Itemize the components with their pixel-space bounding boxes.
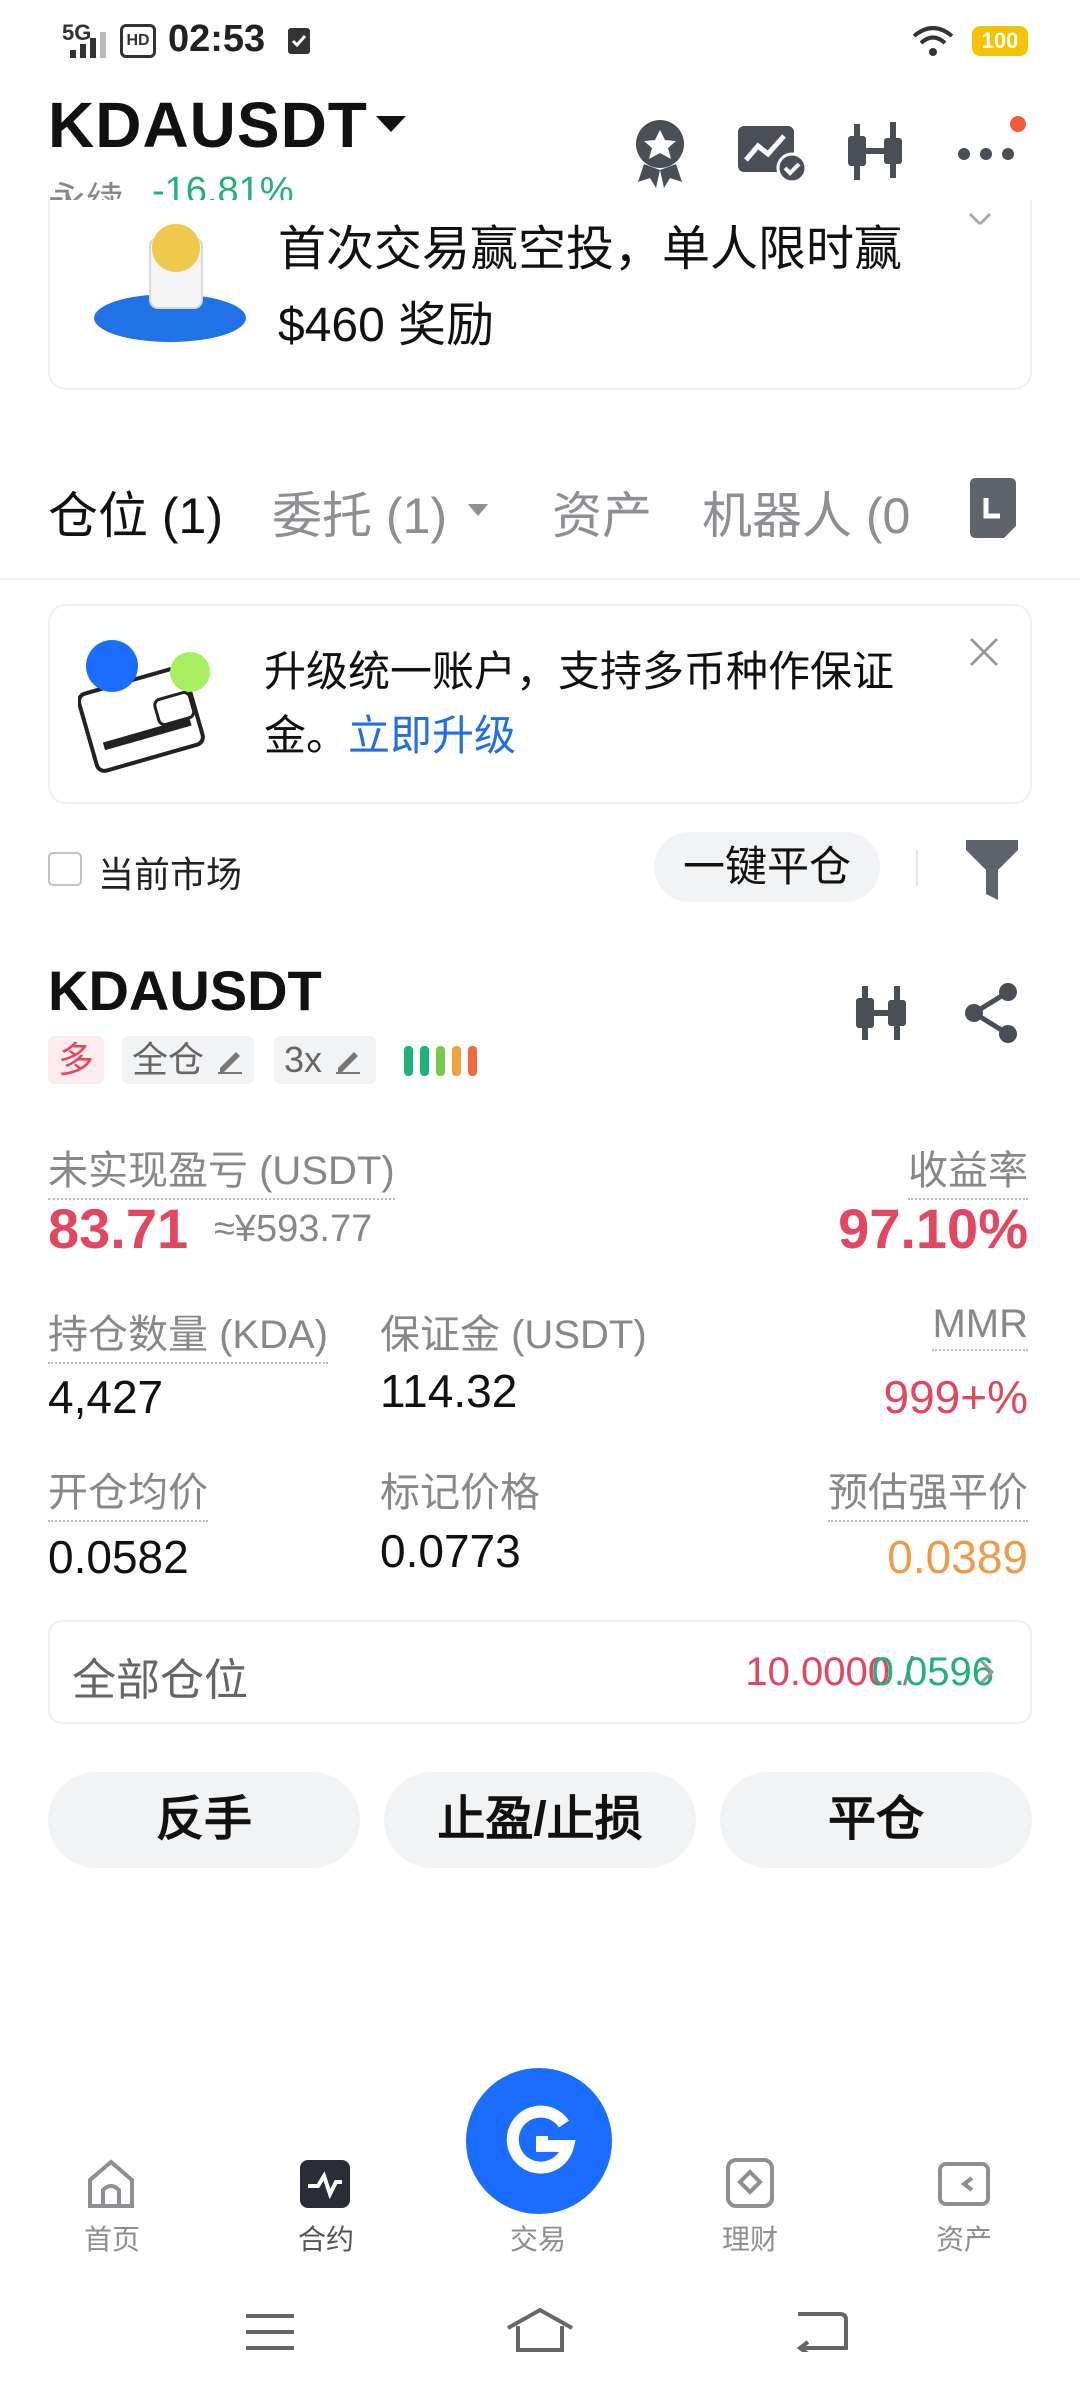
nav-trade[interactable]: 交易 (468, 2218, 608, 2258)
home-icon[interactable] (84, 2158, 138, 2210)
qty-value: 4,427 (48, 1371, 164, 1423)
pair-title[interactable]: KDAUSDT (48, 88, 368, 162)
more-icon[interactable] (950, 112, 1030, 192)
airdrop-coin-icon (94, 224, 246, 342)
edit-margin-mode-icon[interactable] (216, 1046, 244, 1074)
tab-bots[interactable]: 机器人 (0 (702, 476, 912, 548)
tab-orders-chevron-icon[interactable] (466, 502, 490, 518)
mark-price-label: 标记价格 (380, 1471, 540, 1515)
nav-home[interactable]: 首页 (42, 2218, 182, 2258)
margin-label: 保证金 (USDT) (380, 1313, 647, 1357)
unrealized-pnl-value: 83.71 (48, 1197, 189, 1260)
hd-badge: HD (120, 24, 156, 58)
trade-icon[interactable] (502, 2104, 578, 2180)
unrealized-pnl-label[interactable]: 未实现盈亏 (USDT) (48, 1138, 395, 1200)
clock: 02:53 (168, 18, 266, 60)
margin-value: 114.32 (380, 1365, 518, 1417)
close-icon[interactable] (968, 212, 996, 226)
current-market-checkbox[interactable] (48, 852, 82, 886)
earn-icon[interactable] (724, 2156, 776, 2210)
tab-orders[interactable]: 委托 (1) (272, 476, 447, 548)
position-chart-icon[interactable] (852, 980, 912, 1044)
nav-futures[interactable]: 合约 (256, 2218, 396, 2258)
roe-value: 97.10% (838, 1197, 1028, 1260)
liq-price-value: 0.0389 (887, 1531, 1028, 1583)
entry-price-label[interactable]: 开仓均价 (48, 1460, 208, 1522)
back-icon[interactable] (796, 2310, 848, 2352)
upgrade-link[interactable]: 立即升级 (348, 712, 516, 759)
all-positions-green-value: 0.0596 (871, 1650, 994, 1694)
all-positions-red-value: 10.0000 (745, 1650, 890, 1694)
wallet-icon[interactable] (936, 2160, 992, 2208)
close-upgrade-icon[interactable] (968, 636, 1000, 668)
chart-check-icon[interactable] (730, 112, 810, 192)
award-icon[interactable] (620, 112, 700, 192)
chevron-right-icon[interactable] (978, 1658, 996, 1686)
all-positions-label: 全部仓位 (72, 1656, 248, 1705)
wifi-icon (912, 26, 954, 56)
reverse-button[interactable]: 反手 (48, 1772, 360, 1868)
candlestick-icon[interactable] (840, 112, 920, 192)
history-icon[interactable] (966, 478, 1020, 538)
unrealized-pnl-cny: ≈¥593.77 (214, 1208, 373, 1250)
nav-earn[interactable]: 理财 (680, 2218, 820, 2258)
wallet-illustration-icon (78, 640, 210, 773)
filter-icon[interactable] (964, 838, 1020, 902)
entry-price-value: 0.0582 (48, 1531, 189, 1583)
menu-icon[interactable] (244, 2312, 296, 2352)
status-bar: 5G HD 02:53 100 (0, 0, 1080, 80)
current-market-label: 当前市场 (98, 854, 243, 895)
qty-label[interactable]: 持仓数量 (KDA) (48, 1302, 328, 1364)
futures-icon[interactable] (298, 2158, 352, 2210)
position-symbol[interactable]: KDAUSDT (48, 958, 322, 1023)
mmr-value: 999+% (883, 1371, 1028, 1423)
battery-indicator: 100 (972, 26, 1028, 56)
mmr-label[interactable]: MMR (932, 1302, 1028, 1351)
upgrade-text: 升级统一账户，支持多币种作保证金。立即升级 (264, 640, 954, 768)
mark-price-value: 0.0773 (380, 1525, 521, 1577)
clipboard-icon (288, 28, 310, 54)
divider (916, 850, 918, 886)
system-home-icon[interactable] (504, 2306, 576, 2352)
tab-assets[interactable]: 资产 (552, 476, 652, 548)
edit-leverage-icon[interactable] (334, 1046, 362, 1074)
close-all-button[interactable]: 一键平仓 (654, 832, 880, 902)
chevron-down-icon[interactable] (374, 112, 408, 136)
roe-label[interactable]: 收益率 (908, 1138, 1028, 1200)
close-position-button[interactable]: 平仓 (720, 1772, 1032, 1868)
promo-text: 首次交易赢空投，单人限时赢 $460 奖励 (278, 223, 903, 352)
liq-price-label[interactable]: 预估强平价 (828, 1460, 1028, 1522)
tpsl-button[interactable]: 止盈/止损 (384, 1772, 696, 1868)
tab-positions[interactable]: 仓位 (1) (48, 476, 223, 548)
share-icon[interactable] (962, 982, 1022, 1044)
side-badge: 多 (48, 1036, 105, 1084)
risk-level-icon (404, 1046, 477, 1076)
nav-wallet[interactable]: 资产 (894, 2218, 1034, 2258)
signal-icon (70, 32, 106, 58)
